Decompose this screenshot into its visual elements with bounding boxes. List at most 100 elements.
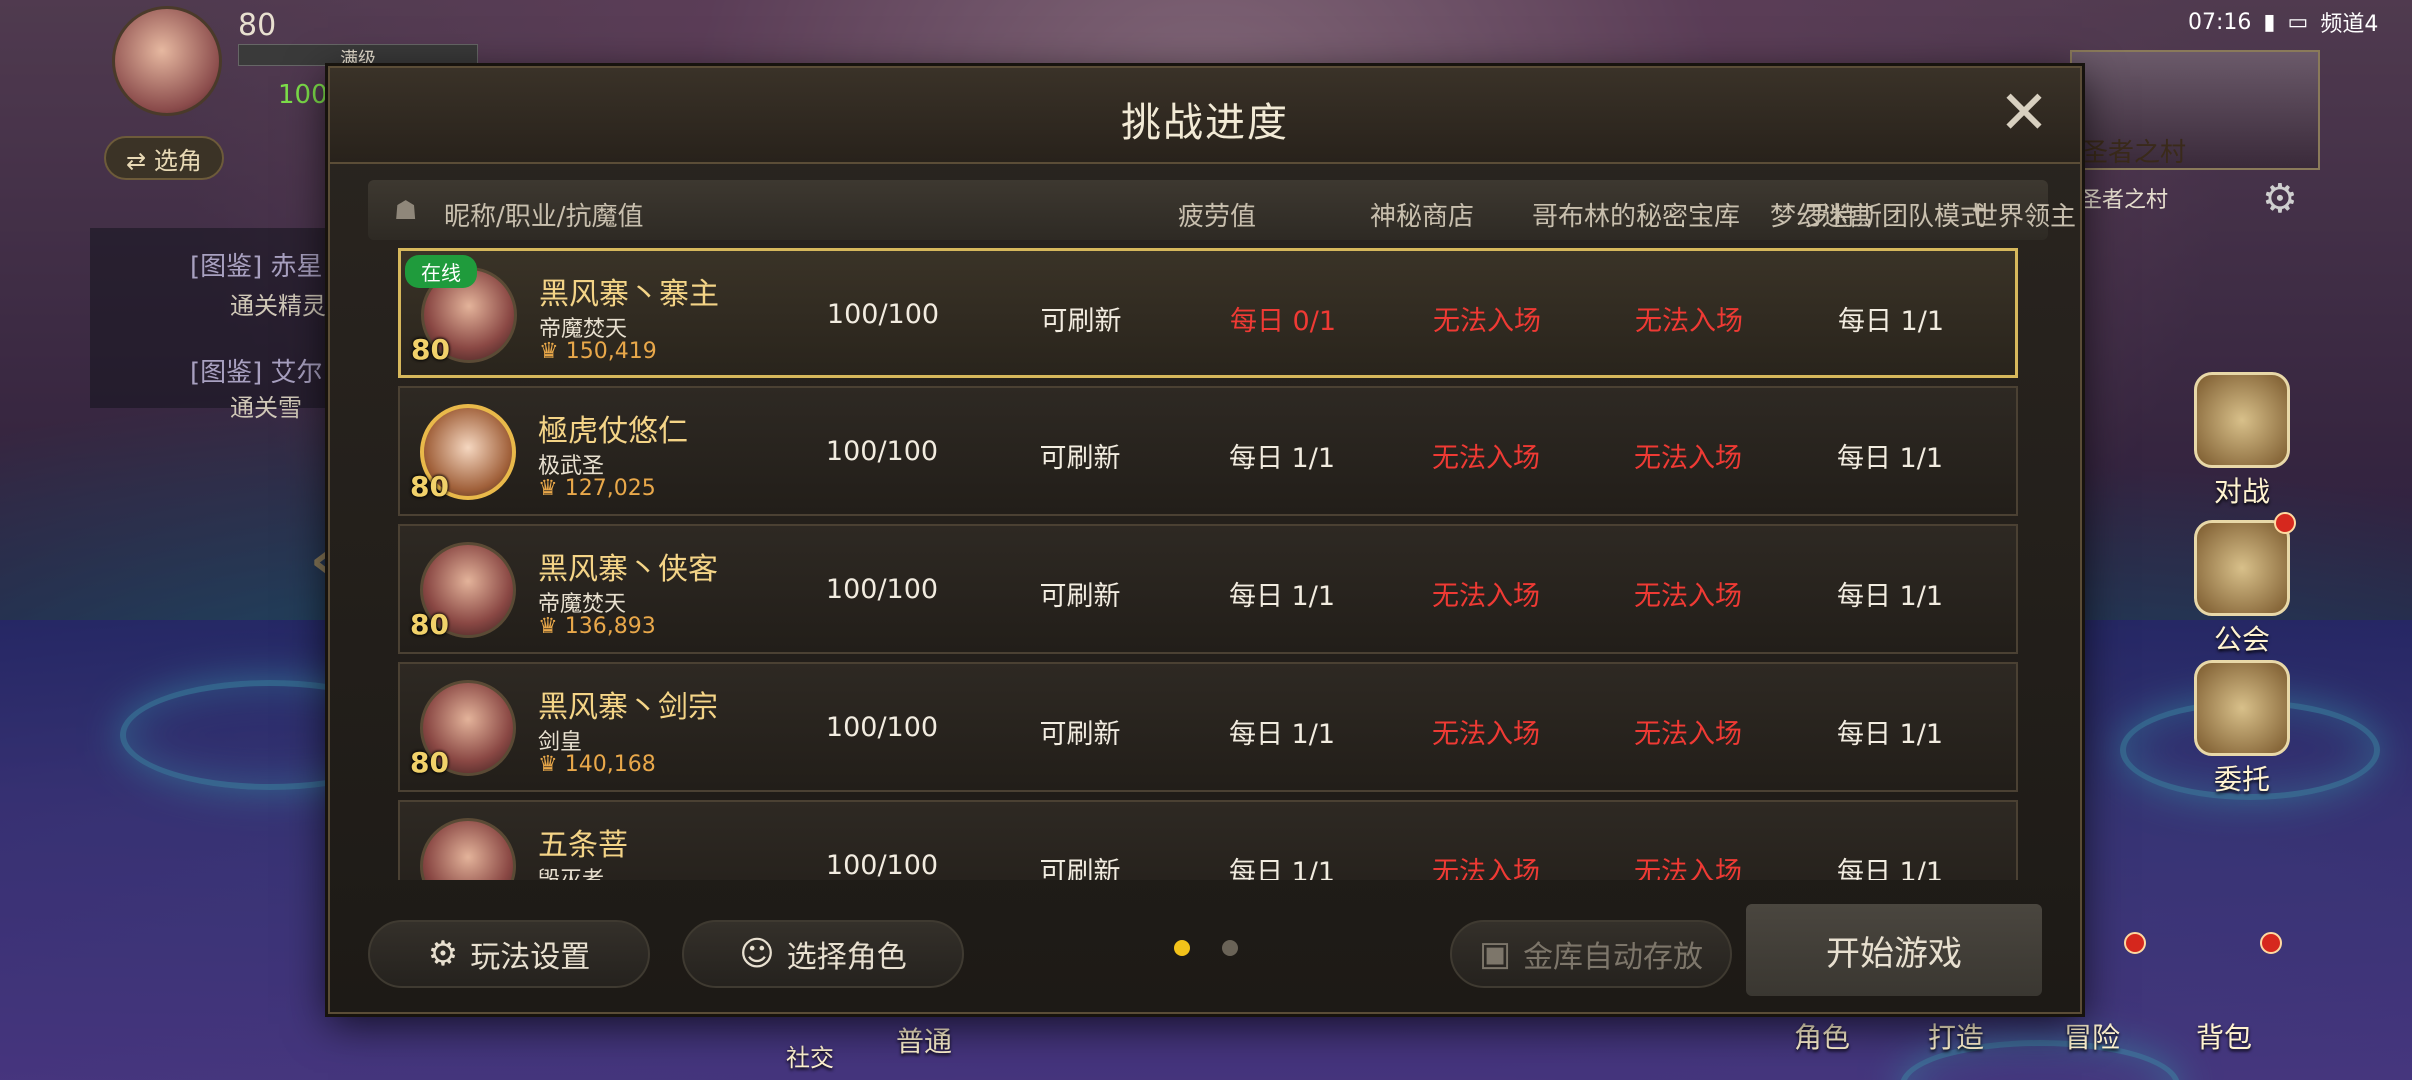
vault-auto-store-button[interactable]: ▣ 金库自动存放 <box>1450 920 1732 988</box>
world-lord-status: 无法入场 <box>1635 306 1743 337</box>
guild-emblem-icon <box>2194 520 2290 616</box>
dialog-header: 挑战进度 ✕ <box>330 68 2080 164</box>
quest-line: 通关雪 <box>230 394 302 422</box>
lotus-raid-status: 每日 1/1 <box>1836 581 1944 612</box>
character-name: 黑风寨丶剑宗 <box>538 690 718 725</box>
character-name: 黑风寨丶寨主 <box>539 277 719 312</box>
signal-icon: ▮ <box>2263 9 2276 35</box>
character-row[interactable]: 80 黑风寨丶侠客 帝魔焚天 ♛ 136,893 100/100 可刷新 每日 … <box>398 524 2018 654</box>
power-value: 127,025 <box>564 476 656 501</box>
challenge-progress-dialog: 挑战进度 ✕ ☗ 昵称/职业/抗魔值 疲劳值 神秘商店 哥布林的秘密宝库 梦幻迷… <box>328 66 2082 1014</box>
lotus-raid-status: 每日 1/1 <box>1836 443 1944 474</box>
goblin-vault-status: 每日 0/1 <box>1229 306 1337 337</box>
character-avatar <box>420 818 516 880</box>
gear-icon[interactable]: ⚙ <box>2262 176 2298 222</box>
quest-panel[interactable]: [图鉴] 赤星 通关精灵 [图鉴] 艾尔 通关雪 <box>90 228 340 422</box>
fatigue-value: 100/100 <box>825 574 939 605</box>
battery-icon: ▭ <box>2287 9 2309 35</box>
column-header: 哥布林的秘密宝库 <box>1532 202 1741 232</box>
clock: 07:16 <box>2188 9 2252 35</box>
shop-status: 可刷新 <box>1039 581 1121 612</box>
character-power: ♛ 150,419 <box>539 339 657 364</box>
close-button[interactable]: ✕ <box>1996 83 2052 144</box>
world-lord-status: 无法入场 <box>1634 857 1742 880</box>
character-row[interactable]: 在线 80 黑风寨丶寨主 帝魔焚天 ♛ 150,419 100/100 可刷新 … <box>398 248 2018 378</box>
character-level: 80 <box>411 333 450 366</box>
character-header-icon: ☗ <box>394 196 418 226</box>
fatigue-value: 100/100 <box>825 436 939 467</box>
player-stat-number: 100 <box>278 80 328 110</box>
character-power: ♛ 136,893 <box>538 614 656 639</box>
maze-status: 无法入场 <box>1432 857 1540 880</box>
maze-status: 无法入场 <box>1433 306 1541 337</box>
power-value: 140,168 <box>564 752 656 777</box>
adventure-button[interactable]: 冒险 <box>2064 1016 2120 1056</box>
fatigue-value: 100/100 <box>825 850 939 880</box>
map-name: 圣者之村 <box>2080 188 2169 213</box>
forge-button[interactable]: 打造 <box>1928 1016 1984 1056</box>
minimap[interactable]: 圣者之村 <box>2070 50 2320 170</box>
select-role-button[interactable]: ☺ 选择角色 <box>682 920 964 988</box>
bag-button[interactable]: 背包 <box>2196 1016 2252 1056</box>
battle-button[interactable]: 对战 <box>2194 372 2290 510</box>
column-header: 昵称/职业/抗魔值 <box>444 202 644 232</box>
lotus-raid-status: 每日 1/1 <box>1837 306 1945 337</box>
guild-label: 公会 <box>2213 623 2270 656</box>
start-game-button[interactable]: 开始游戏 <box>1746 904 2042 996</box>
shop-status: 可刷新 <box>1039 719 1121 750</box>
quest-line: [图鉴] 艾尔 <box>190 358 323 388</box>
role-button[interactable]: 角色 <box>1794 1016 1850 1056</box>
channel-label[interactable]: 频道4 <box>2320 6 2378 38</box>
character-row[interactable]: 80 極虎仗悠仁 极武圣 ♛ 127,025 100/100 可刷新 每日 1/… <box>398 386 2018 516</box>
goblin-vault-status: 每日 1/1 <box>1228 857 1336 880</box>
goblin-vault-status: 每日 1/1 <box>1228 581 1336 612</box>
world-lord-status: 无法入场 <box>1634 719 1742 750</box>
character-list[interactable]: 在线 80 黑风寨丶寨主 帝魔焚天 ♛ 150,419 100/100 可刷新 … <box>398 248 2018 880</box>
goblin-vault-status: 每日 1/1 <box>1228 443 1336 474</box>
character-job: 毁灭者 <box>538 862 604 880</box>
commission-button[interactable]: 委托 <box>2194 660 2290 798</box>
notification-dot <box>2274 512 2296 534</box>
character-name: 五条菩 <box>538 828 628 863</box>
character-power: ♛ 140,168 <box>538 752 656 777</box>
lotus-raid-status: 每日 1/1 <box>1836 857 1944 880</box>
character-name: 黑风寨丶侠客 <box>538 552 718 587</box>
world-lord-status: 无法入场 <box>1634 581 1742 612</box>
shop-status: 可刷新 <box>1039 443 1121 474</box>
fatigue-value: 100/100 <box>825 712 939 743</box>
character-level: 80 <box>410 608 449 641</box>
switch-role-button[interactable]: ⇄ 选角 <box>104 136 224 180</box>
column-header: 世界领主 <box>1972 202 2077 232</box>
gear-icon: ⚙ <box>427 934 459 974</box>
status-bar: 07:16 ▮ ▭ 频道4 <box>2172 0 2412 44</box>
social-button[interactable]: 社交 <box>786 1038 834 1073</box>
table-header: ☗ 昵称/职业/抗魔值 疲劳值 神秘商店 哥布林的秘密宝库 梦幻迷宫 世界领主 <box>368 180 2076 240</box>
minimap-title: 圣者之村 <box>2082 138 2187 168</box>
maze-status: 无法入场 <box>1432 581 1540 612</box>
quest-line: 通关精灵 <box>230 292 326 320</box>
board-icon <box>2194 660 2290 756</box>
character-name: 極虎仗悠仁 <box>538 414 688 449</box>
character-row[interactable]: 80 五条菩 毁灭者 100/100 可刷新 每日 1/1 无法入场 无法入场 … <box>398 800 2018 880</box>
notification-dot <box>2260 932 2282 954</box>
vault-icon: ▣ <box>1478 934 1512 974</box>
guild-button[interactable]: 公会 <box>2194 520 2290 658</box>
play-settings-button[interactable]: ⚙ 玩法设置 <box>368 920 650 988</box>
fatigue-value: 100/100 <box>826 299 940 330</box>
world-lord-status: 无法入场 <box>1634 443 1742 474</box>
select-role-label: 选择角色 <box>786 940 907 975</box>
crossed-swords-icon <box>2194 372 2290 468</box>
character-power: ♛ 127,025 <box>538 476 656 501</box>
battle-label: 对战 <box>2213 475 2270 508</box>
column-header: 罗特斯团队模式 <box>1804 202 1987 232</box>
commission-label: 委托 <box>2213 763 2270 796</box>
quest-line: [图鉴] 赤星 <box>190 252 323 282</box>
character-row[interactable]: 80 黑风寨丶剑宗 剑皇 ♛ 140,168 100/100 可刷新 每日 1/… <box>398 662 2018 792</box>
normal-chat-button[interactable]: 普通 <box>896 1020 952 1060</box>
character-level: 80 <box>410 470 449 503</box>
player-avatar[interactable] <box>112 6 222 116</box>
vault-auto-store-label: 金库自动存放 <box>1523 940 1704 975</box>
character-level: 80 <box>410 746 449 779</box>
maze-status: 无法入场 <box>1432 443 1540 474</box>
column-header: 神秘商店 <box>1370 202 1475 232</box>
